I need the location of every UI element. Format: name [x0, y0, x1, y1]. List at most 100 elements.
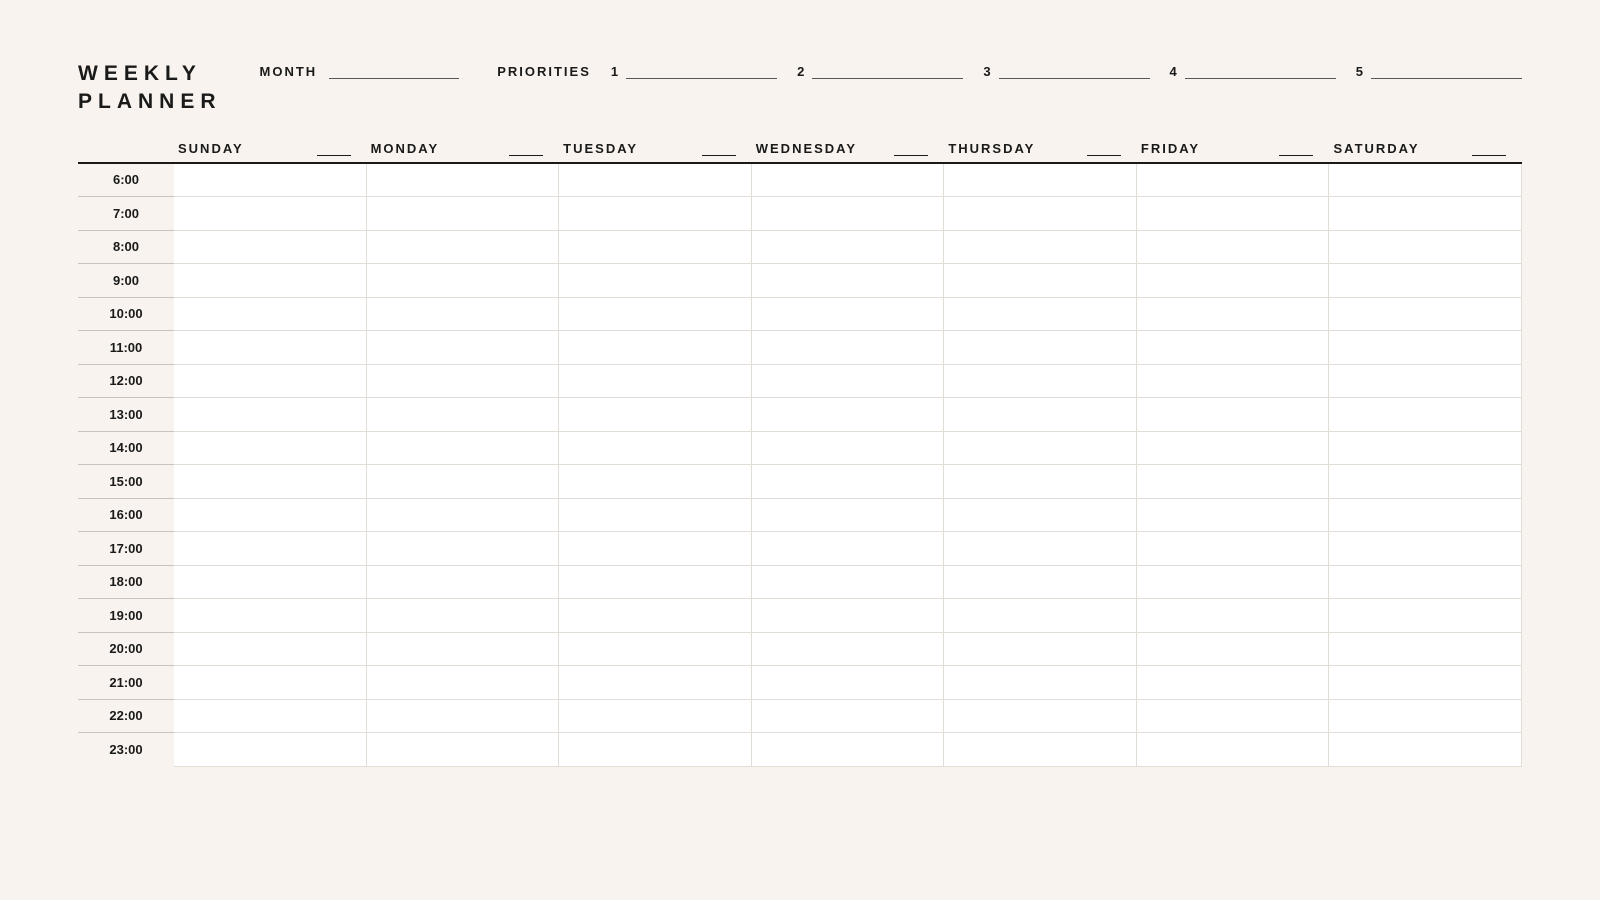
schedule-cell[interactable]	[1137, 700, 1330, 734]
schedule-cell[interactable]	[559, 164, 752, 198]
schedule-cell[interactable]	[174, 398, 367, 432]
schedule-cell[interactable]	[367, 231, 560, 265]
schedule-cell[interactable]	[174, 197, 367, 231]
schedule-cell[interactable]	[1329, 666, 1522, 700]
schedule-cell[interactable]	[559, 733, 752, 767]
schedule-cell[interactable]	[174, 331, 367, 365]
schedule-cell[interactable]	[367, 197, 560, 231]
schedule-cell[interactable]	[367, 499, 560, 533]
schedule-cell[interactable]	[559, 331, 752, 365]
schedule-cell[interactable]	[1137, 197, 1330, 231]
schedule-cell[interactable]	[752, 633, 945, 667]
schedule-cell[interactable]	[559, 532, 752, 566]
schedule-cell[interactable]	[367, 465, 560, 499]
schedule-cell[interactable]	[944, 197, 1137, 231]
schedule-cell[interactable]	[1137, 231, 1330, 265]
schedule-cell[interactable]	[944, 398, 1137, 432]
schedule-cell[interactable]	[1329, 532, 1522, 566]
schedule-cell[interactable]	[944, 432, 1137, 466]
schedule-cell[interactable]	[174, 465, 367, 499]
schedule-cell[interactable]	[174, 666, 367, 700]
schedule-cell[interactable]	[559, 700, 752, 734]
schedule-cell[interactable]	[1137, 432, 1330, 466]
schedule-cell[interactable]	[1329, 566, 1522, 600]
schedule-cell[interactable]	[1137, 566, 1330, 600]
schedule-cell[interactable]	[559, 465, 752, 499]
schedule-cell[interactable]	[367, 298, 560, 332]
schedule-cell[interactable]	[367, 398, 560, 432]
schedule-cell[interactable]	[559, 599, 752, 633]
schedule-cell[interactable]	[174, 532, 367, 566]
schedule-cell[interactable]	[559, 432, 752, 466]
schedule-cell[interactable]	[752, 365, 945, 399]
schedule-cell[interactable]	[1137, 532, 1330, 566]
schedule-cell[interactable]	[752, 231, 945, 265]
schedule-cell[interactable]	[559, 231, 752, 265]
schedule-cell[interactable]	[944, 566, 1137, 600]
schedule-cell[interactable]	[1137, 331, 1330, 365]
schedule-cell[interactable]	[1329, 298, 1522, 332]
schedule-cell[interactable]	[174, 499, 367, 533]
schedule-cell[interactable]	[752, 566, 945, 600]
schedule-cell[interactable]	[1329, 633, 1522, 667]
schedule-cell[interactable]	[559, 398, 752, 432]
priority-input-line[interactable]	[999, 61, 1150, 79]
schedule-cell[interactable]	[174, 599, 367, 633]
schedule-cell[interactable]	[1329, 465, 1522, 499]
schedule-cell[interactable]	[1329, 733, 1522, 767]
schedule-cell[interactable]	[559, 298, 752, 332]
schedule-cell[interactable]	[1137, 499, 1330, 533]
day-date-line[interactable]	[702, 142, 736, 156]
schedule-cell[interactable]	[367, 666, 560, 700]
schedule-cell[interactable]	[174, 432, 367, 466]
schedule-cell[interactable]	[559, 666, 752, 700]
schedule-cell[interactable]	[1329, 700, 1522, 734]
schedule-cell[interactable]	[752, 700, 945, 734]
schedule-cell[interactable]	[752, 532, 945, 566]
schedule-cell[interactable]	[1329, 197, 1522, 231]
schedule-cell[interactable]	[944, 532, 1137, 566]
schedule-cell[interactable]	[1329, 264, 1522, 298]
schedule-cell[interactable]	[1329, 164, 1522, 198]
schedule-cell[interactable]	[1137, 298, 1330, 332]
schedule-cell[interactable]	[1137, 164, 1330, 198]
schedule-cell[interactable]	[944, 231, 1137, 265]
schedule-cell[interactable]	[1329, 365, 1522, 399]
day-date-line[interactable]	[509, 142, 543, 156]
priority-input-line[interactable]	[1371, 61, 1522, 79]
schedule-cell[interactable]	[944, 331, 1137, 365]
priority-input-line[interactable]	[1185, 61, 1336, 79]
schedule-cell[interactable]	[752, 398, 945, 432]
schedule-cell[interactable]	[944, 298, 1137, 332]
schedule-cell[interactable]	[174, 733, 367, 767]
schedule-cell[interactable]	[1137, 733, 1330, 767]
schedule-cell[interactable]	[367, 432, 560, 466]
schedule-cell[interactable]	[367, 566, 560, 600]
schedule-cell[interactable]	[367, 733, 560, 767]
schedule-cell[interactable]	[752, 164, 945, 198]
schedule-cell[interactable]	[752, 499, 945, 533]
schedule-cell[interactable]	[1137, 365, 1330, 399]
day-date-line[interactable]	[894, 142, 928, 156]
schedule-cell[interactable]	[1137, 398, 1330, 432]
schedule-cell[interactable]	[752, 666, 945, 700]
schedule-cell[interactable]	[1329, 499, 1522, 533]
priority-input-line[interactable]	[812, 61, 963, 79]
schedule-cell[interactable]	[174, 298, 367, 332]
schedule-cell[interactable]	[367, 365, 560, 399]
schedule-cell[interactable]	[1329, 331, 1522, 365]
schedule-cell[interactable]	[559, 264, 752, 298]
schedule-cell[interactable]	[367, 599, 560, 633]
schedule-cell[interactable]	[1137, 264, 1330, 298]
day-date-line[interactable]	[1087, 142, 1121, 156]
schedule-cell[interactable]	[944, 633, 1137, 667]
schedule-cell[interactable]	[1137, 465, 1330, 499]
schedule-cell[interactable]	[174, 700, 367, 734]
schedule-cell[interactable]	[174, 264, 367, 298]
schedule-cell[interactable]	[752, 298, 945, 332]
schedule-cell[interactable]	[174, 633, 367, 667]
schedule-cell[interactable]	[944, 666, 1137, 700]
schedule-cell[interactable]	[1137, 666, 1330, 700]
schedule-cell[interactable]	[367, 633, 560, 667]
day-date-line[interactable]	[317, 142, 351, 156]
